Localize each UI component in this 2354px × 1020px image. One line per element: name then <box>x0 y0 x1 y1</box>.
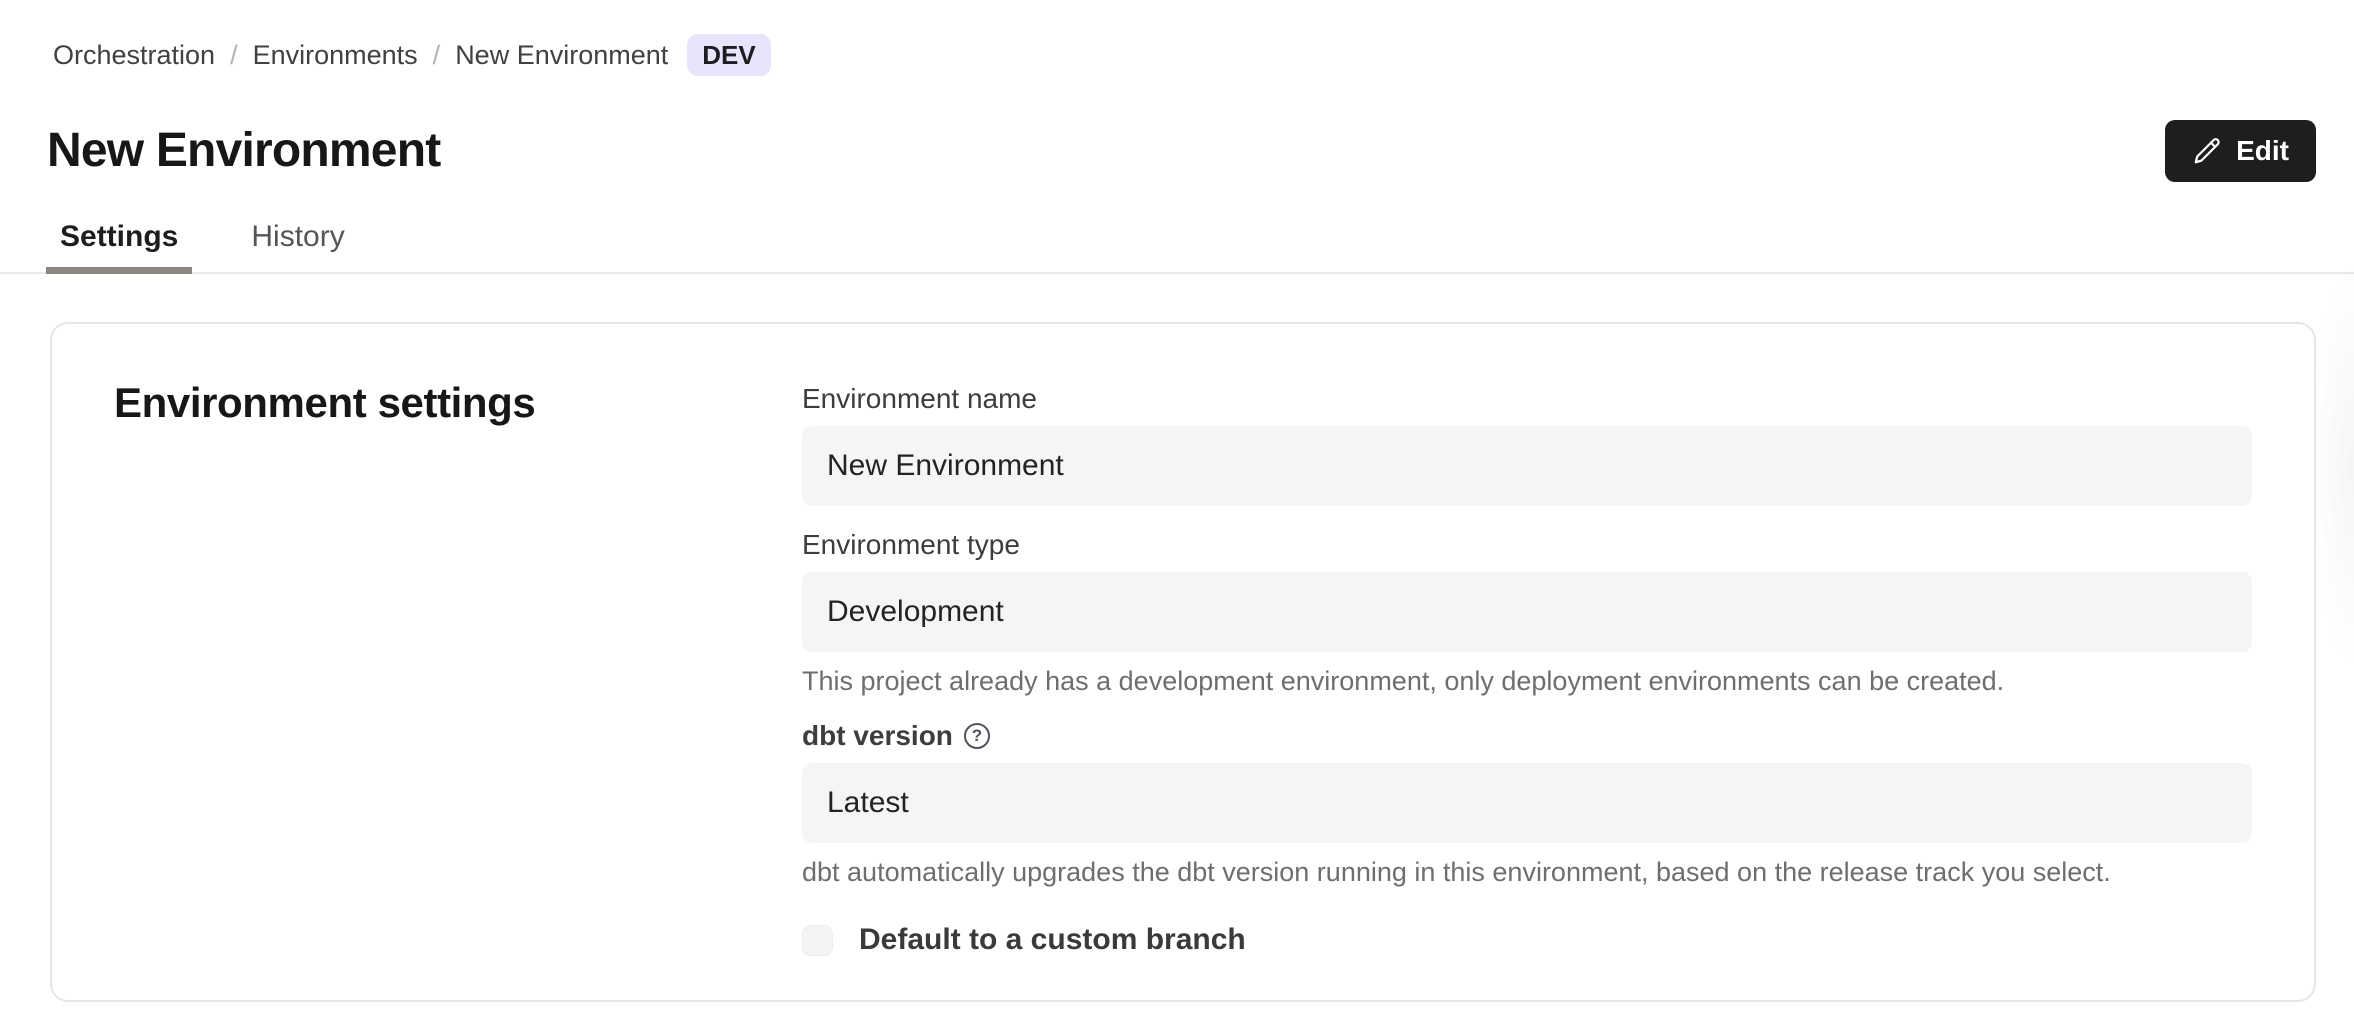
field-dbt-version: dbt version ? dbt automatically upgrades… <box>802 719 2252 888</box>
field-environment-type: Environment type This project already ha… <box>802 528 2252 697</box>
pencil-icon <box>2192 136 2222 166</box>
settings-form: Environment name Environment type This p… <box>802 324 2252 1000</box>
dbt-version-label: dbt version ? <box>802 719 2252 753</box>
dbt-version-label-text: dbt version <box>802 719 953 753</box>
breadcrumb: Orchestration / Environments / New Envir… <box>50 0 2316 76</box>
page-title: New Environment <box>47 125 440 177</box>
breadcrumb-item-environments[interactable]: Environments <box>253 38 418 72</box>
environment-type-helper: This project already has a development e… <box>802 665 2252 697</box>
dbt-version-input[interactable] <box>802 763 2252 843</box>
environment-settings-card: Environment settings Environment name En… <box>50 322 2316 1002</box>
breadcrumb-item-orchestration[interactable]: Orchestration <box>53 38 215 72</box>
custom-branch-row: Default to a custom branch <box>802 922 2252 958</box>
tab-settings[interactable]: Settings <box>46 219 192 272</box>
field-environment-name: Environment name <box>802 382 2252 506</box>
tab-history[interactable]: History <box>237 219 358 272</box>
environment-name-input[interactable] <box>802 426 2252 506</box>
section-title: Environment settings <box>114 378 802 428</box>
environment-settings-page: Orchestration / Environments / New Envir… <box>0 0 2354 1002</box>
environment-name-label: Environment name <box>802 382 2252 416</box>
custom-branch-checkbox[interactable] <box>802 925 833 956</box>
breadcrumb-separator: / <box>433 38 441 72</box>
tab-bar: Settings History <box>0 219 2354 274</box>
page-header: New Environment Edit <box>50 120 2316 182</box>
custom-branch-label[interactable]: Default to a custom branch <box>859 922 1246 958</box>
environment-type-label-text: Environment type <box>802 528 1020 562</box>
dev-badge: DEV <box>687 34 770 76</box>
edit-button-label: Edit <box>2236 135 2289 167</box>
breadcrumb-item-new-environment[interactable]: New Environment <box>455 38 668 72</box>
card-left-column: Environment settings <box>52 324 802 1000</box>
environment-type-input[interactable] <box>802 572 2252 652</box>
environment-name-label-text: Environment name <box>802 382 1037 416</box>
dbt-version-helper: dbt automatically upgrades the dbt versi… <box>802 856 2252 888</box>
edit-button[interactable]: Edit <box>2165 120 2316 182</box>
environment-type-label: Environment type <box>802 528 2252 562</box>
help-icon[interactable]: ? <box>964 723 990 749</box>
breadcrumb-separator: / <box>230 38 238 72</box>
